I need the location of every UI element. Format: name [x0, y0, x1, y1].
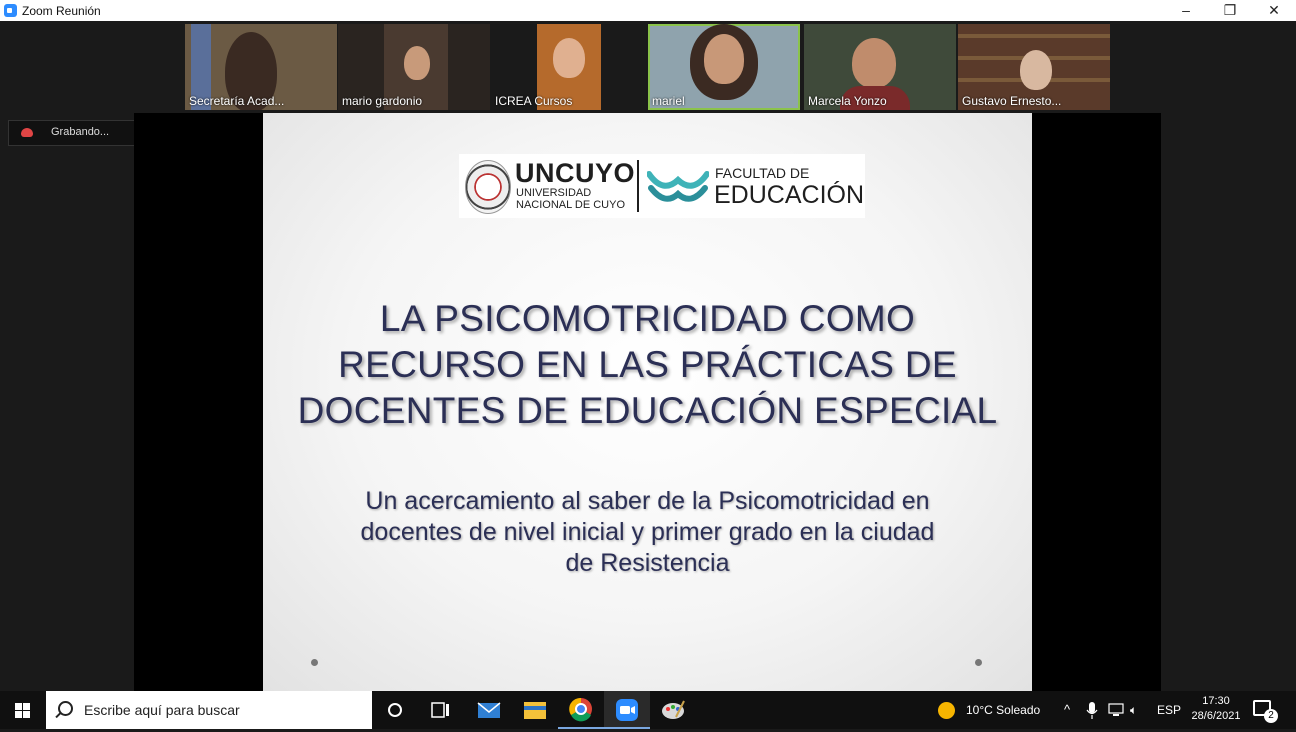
task-view-button[interactable]	[418, 691, 464, 729]
chrome-icon	[569, 697, 592, 722]
logo-main-text: UNCUYO	[515, 158, 636, 188]
participant-face	[404, 46, 430, 80]
participant-face	[553, 38, 585, 78]
language-indicator[interactable]: ESP	[1157, 691, 1181, 729]
screen-share-area: UNCUYO UNIVERSIDAD NACIONAL DE CUYO FACU…	[134, 113, 1161, 691]
mail-icon	[477, 702, 501, 718]
bookshelf	[958, 34, 1110, 38]
university-seal-icon	[465, 160, 511, 214]
clock-date: 28/6/2021	[1191, 710, 1241, 722]
paint-palette-icon	[662, 700, 685, 719]
slide-dot	[975, 659, 982, 666]
file-explorer-button[interactable]	[512, 691, 558, 729]
folder-icon	[524, 702, 546, 719]
slide-subtitle-line: docentes de nivel inicial y primer grado…	[360, 518, 935, 546]
network-icon[interactable]	[1108, 703, 1124, 717]
search-icon	[58, 701, 73, 716]
maximize-button[interactable]: ❐	[1208, 0, 1252, 21]
notification-count-badge: 2	[1264, 709, 1278, 723]
start-button[interactable]	[0, 691, 46, 729]
slide-dot	[311, 659, 318, 666]
participant-tile[interactable]: Gustavo Ernesto...	[958, 24, 1110, 110]
weather-sun-icon[interactable]	[938, 702, 955, 719]
logo-sub-line: NACIONAL DE CUYO	[516, 199, 626, 211]
participant-name: Secretaría Acad...	[189, 94, 285, 108]
search-placeholder: Escribe aquí para buscar	[84, 702, 240, 718]
close-button[interactable]: ✕	[1252, 0, 1296, 21]
faculty-line-1: FACULTAD DE	[715, 165, 810, 181]
recording-indicator[interactable]: Grabando...	[8, 120, 137, 146]
slide-title: LA PSICOMOTRICIDAD COMO RECURSO EN LAS P…	[263, 296, 1032, 434]
paint-app-button[interactable]	[650, 691, 696, 729]
show-hidden-icons-chevron-up-icon[interactable]: ^	[1064, 691, 1070, 729]
task-view-icon	[431, 702, 449, 718]
participant-tile[interactable]: ICREA Cursos	[491, 24, 643, 110]
zoom-taskbar-button[interactable]	[604, 691, 650, 729]
faculty-wave-icon	[647, 171, 709, 202]
window-title: Zoom Reunión	[22, 4, 101, 18]
recording-cloud-icon	[21, 128, 33, 137]
cortana-circle-icon	[388, 703, 402, 717]
windows-taskbar: Escribe aquí para buscar 10°C Soleado ^ …	[0, 691, 1296, 729]
participant-name: ICREA Cursos	[495, 94, 573, 108]
participant-face	[704, 34, 744, 84]
slide-title-line: LA PSICOMOTRICIDAD COMO	[379, 298, 916, 339]
presentation-slide: UNCUYO UNIVERSIDAD NACIONAL DE CUYO FACU…	[263, 113, 1032, 691]
windows-logo-icon	[15, 703, 30, 718]
chrome-button[interactable]	[558, 691, 604, 729]
participant-name: Marcela Yonzo	[808, 94, 887, 108]
minimize-button[interactable]: –	[1164, 0, 1208, 21]
zoom-icon	[616, 699, 638, 721]
participant-name: mario gardonio	[342, 94, 423, 108]
participant-face	[1020, 50, 1052, 90]
participant-name: Gustavo Ernesto...	[962, 94, 1062, 108]
system-clock[interactable]: 17:30 28/6/2021	[1186, 694, 1246, 724]
recording-label: Grabando...	[51, 126, 110, 138]
university-logo: UNCUYO UNIVERSIDAD NACIONAL DE CUYO FACU…	[459, 154, 865, 218]
slide-subtitle-line: de Resistencia	[565, 549, 730, 577]
zoom-app-icon	[4, 4, 17, 17]
logo-subtext: UNIVERSIDAD NACIONAL DE CUYO	[516, 187, 625, 211]
microphone-icon[interactable]	[1086, 702, 1098, 720]
slide-title-line: DOCENTES DE EDUCACIÓN ESPECIAL	[297, 390, 998, 431]
participant-tile[interactable]: Secretaría Acad...	[185, 24, 337, 110]
weather-text[interactable]: 10°C Soleado	[966, 691, 1040, 729]
participant-tile[interactable]: mario gardonio	[338, 24, 490, 110]
slide-subtitle: Un acercamiento al saber de la Psicomotr…	[263, 486, 1032, 579]
participant-face	[852, 38, 896, 88]
meeting-area: Secretaría Acad... mario gardonio ICREA …	[0, 21, 1296, 691]
participant-tile[interactable]: Marcela Yonzo	[804, 24, 956, 110]
participant-tile-active-speaker[interactable]: mariel	[648, 24, 800, 110]
slide-subtitle-line: Un acercamiento al saber de la Psicomotr…	[365, 487, 930, 515]
taskbar-search-box[interactable]: Escribe aquí para buscar	[46, 691, 372, 729]
logo-sub-line: UNIVERSIDAD	[516, 187, 592, 199]
logo-divider	[637, 160, 639, 212]
participant-name: mariel	[652, 94, 685, 108]
cortana-button[interactable]	[372, 691, 418, 729]
notification-center-icon[interactable]: 2	[1253, 700, 1278, 723]
title-bar: Zoom Reunión – ❐ ✕	[0, 0, 1296, 21]
mail-app-button[interactable]	[466, 691, 512, 729]
faculty-line-2: EDUCACIÓN	[714, 181, 865, 209]
slide-title-line: RECURSO EN LAS PRÁCTICAS DE	[338, 344, 957, 385]
volume-icon[interactable]: 🔈︎	[1130, 691, 1137, 729]
clock-time: 17:30	[1202, 695, 1230, 707]
